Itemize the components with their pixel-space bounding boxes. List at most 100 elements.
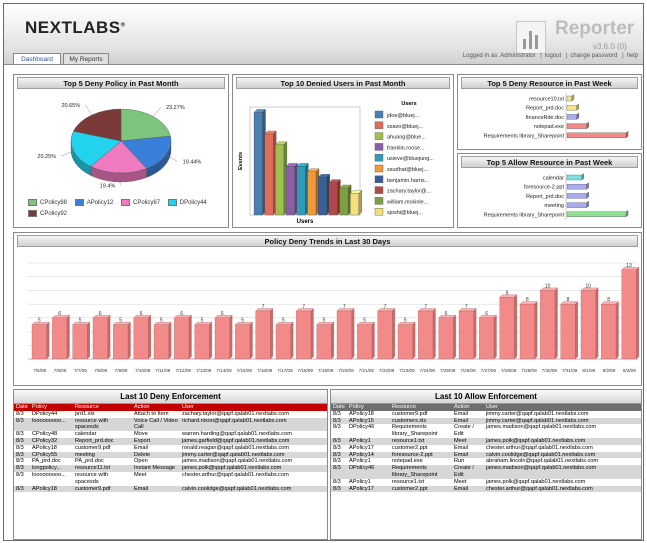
- deny-resource-bar-chart: resource10.txt Report_prd.doc financeRde.d…: [484, 93, 629, 141]
- table-cell: DPolicy46: [349, 465, 375, 472]
- table-row[interactable]: 8/3 CPolicy32 Report_prd.doc Export james.ga…: [14, 437, 327, 445]
- table-row[interactable]: 8/3 APolicy14 foresource-2.ppt Email calvin.…: [331, 451, 641, 459]
- bar-side: [371, 321, 375, 360]
- table-row[interactable]: 8/3 PA_prd.doc PA_prd.doc Open james.madison…: [14, 458, 327, 465]
- table-row[interactable]: 8/3 DPolicy46 Requirements library_Sharepo…: [331, 424, 641, 438]
- trend-data-label: 5: [38, 318, 41, 324]
- trend-x-tick-label: 7/28/09: [501, 368, 517, 373]
- table-row[interactable]: 8/3 CPolicy55 meeting Delete jimmy.carter@qa…: [14, 451, 327, 459]
- legend-item: CPolicy88: [28, 199, 67, 206]
- bar-side: [87, 321, 90, 360]
- trend-data-label: 8: [567, 297, 570, 303]
- table-cell: Report_prd.doc: [75, 437, 114, 444]
- table-cell: Voice Call / Video Call: [134, 417, 178, 431]
- column-header[interactable]: Policy: [30, 404, 73, 411]
- trend-bar: [560, 303, 576, 360]
- table-row[interactable]: 8/3 APolicy17 customer2.ppt Email chester.ar…: [331, 445, 641, 452]
- trend-bar: [275, 324, 291, 360]
- table-row[interactable]: 8/3 looooooooo... resource with spacesds Vo…: [14, 417, 327, 432]
- trend-bar: [621, 269, 637, 360]
- column-header[interactable]: Resource: [73, 404, 132, 411]
- trend-bar: [52, 317, 68, 360]
- column-header[interactable]: Resource: [390, 404, 452, 411]
- legend-user-label: zachary.taylor@...: [387, 189, 431, 195]
- legend-item: APolicy12: [74, 199, 113, 206]
- trend-bar: [133, 317, 149, 360]
- table-cell: abraham.lincoln@qapf.qalab01.nextlabs.co…: [486, 458, 599, 465]
- table-row[interactable]: 8/3 APolicy18 customer9.pdf Email calvin.coo…: [14, 485, 327, 493]
- resource-bar: [566, 193, 587, 199]
- column-header[interactable]: Action: [452, 404, 484, 411]
- column-header[interactable]: Date: [331, 404, 347, 411]
- table-row[interactable]: 8/3 APolicy1 resource1.txt Meet james.polk@q…: [331, 437, 641, 445]
- trend-bar: [357, 324, 373, 360]
- table-row[interactable]: 8/3 APolicy15 customers.xls Email jimmy.cart…: [331, 417, 641, 425]
- table-cell: Create / Edit: [454, 424, 474, 438]
- bar-side: [66, 314, 70, 360]
- column-header[interactable]: Policy: [347, 404, 390, 411]
- column-header[interactable]: Action: [132, 404, 180, 411]
- table-row[interactable]: 8/3 APolicy18 customer9.pdf Email ronald.rea…: [14, 445, 327, 452]
- legend-user-label: ssudhat@bluej...: [387, 167, 429, 173]
- legend-user-label: william.mckinle...: [386, 199, 429, 205]
- bar-side: [575, 301, 578, 360]
- logout-link[interactable]: logout: [545, 53, 561, 59]
- table-row[interactable]: 8/3 CPolicy48 calendar Move warren.harding@q…: [14, 431, 327, 438]
- table-cell: foresource-2.ppt: [392, 451, 433, 458]
- trend-x-tick-label: 7/11/09: [155, 368, 170, 373]
- allow-resource-bar-chart: calendar foresource-2.ppt Report_prd.docme…: [484, 172, 629, 220]
- table-cell: resource11.txt: [75, 465, 111, 472]
- table-cell: DPolicy46: [349, 424, 375, 431]
- trend-data-label: 5: [160, 318, 163, 324]
- trend-x-tick-label: 7/16/09: [257, 368, 273, 373]
- table-cell: 8/3: [16, 465, 24, 472]
- table-row[interactable]: 8/3 longpolicy... resource11.txt Instant Me…: [14, 465, 327, 472]
- legend-swatch: [374, 110, 384, 119]
- resource-bar: [566, 114, 577, 120]
- table-cell: chester.arthur@qapf.qalab01.nextlabs.com: [486, 444, 593, 451]
- table-cell: Email: [454, 451, 468, 458]
- trend-bar: [113, 324, 129, 360]
- resource-bar-side: [586, 191, 589, 199]
- user-bar: [339, 187, 349, 216]
- table-cell: 8/3: [333, 458, 341, 465]
- table-row[interactable]: 8/3 APolicy1 notepad.exe Run abraham.lincoln…: [331, 458, 641, 465]
- bar-side: [432, 308, 436, 360]
- table-row[interactable]: 8/3 DPolicy46 Requirements library_Sharepo…: [331, 465, 641, 479]
- trend-x-tick-label: 7/12/09: [176, 368, 192, 373]
- resource-bar: [566, 132, 627, 138]
- table-cell: CPolicy32: [32, 437, 58, 444]
- table-row[interactable]: 8/3 DPolicy44 prd1.xls Attach to Item zachar…: [14, 411, 327, 418]
- table-cell: jimmy.carter@qapf.qalab01.nextlabs.com: [182, 451, 285, 458]
- table-cell: james.polk@qapf.qalab01.nextlabs.com: [182, 465, 282, 472]
- nextlabs-logo: NEXTLABS®: [25, 18, 126, 37]
- table-cell: APolicy18: [32, 444, 57, 451]
- change-password-link[interactable]: change password: [570, 53, 617, 59]
- table-cell: APolicy1: [349, 458, 371, 465]
- table-row[interactable]: 8/3 APolicy1 resource1.txt Meet james.polk@q…: [331, 479, 641, 486]
- table-row[interactable]: 8/3 looooooooo... resource with spacesds Me…: [14, 472, 327, 486]
- trend-x-tick-label: 7/23/09: [399, 368, 415, 373]
- table-cell: customer2.ppt: [392, 444, 428, 451]
- trend-data-label: 6: [58, 311, 61, 317]
- trend-bar: [519, 303, 535, 360]
- table-row[interactable]: 8/3 APolicy18 customer9.pdf Email jimmy.cart…: [331, 411, 641, 418]
- column-header[interactable]: User: [180, 404, 327, 411]
- table-cell: calvin.coolidge@qapf.qalab01.nextlabs.co…: [182, 485, 292, 492]
- allow-enforcement-table: Date Policy Resource Action User 8/3 APol…: [331, 404, 641, 493]
- table-cell: customer9.pdf: [75, 444, 111, 451]
- help-link[interactable]: help: [627, 53, 638, 59]
- column-header[interactable]: Date: [14, 404, 30, 411]
- table-cell: ronald.reagan@qapf.qalab01.nextlabs.com: [182, 444, 290, 451]
- bar-side: [270, 308, 273, 360]
- user-bar: [350, 193, 359, 216]
- column-header[interactable]: User: [484, 404, 641, 411]
- table-cell: prd1.xls: [75, 410, 95, 417]
- user-bar: [318, 177, 327, 216]
- resource-bar-side: [571, 94, 575, 102]
- table-row[interactable]: 8/3 APolicy17 customer2.ppt Email chester.ar…: [331, 485, 641, 493]
- legend-swatch: [167, 199, 177, 206]
- table-cell: customers.xls: [392, 417, 427, 424]
- bar-side: [249, 321, 253, 360]
- trend-data-label: 7: [384, 304, 387, 310]
